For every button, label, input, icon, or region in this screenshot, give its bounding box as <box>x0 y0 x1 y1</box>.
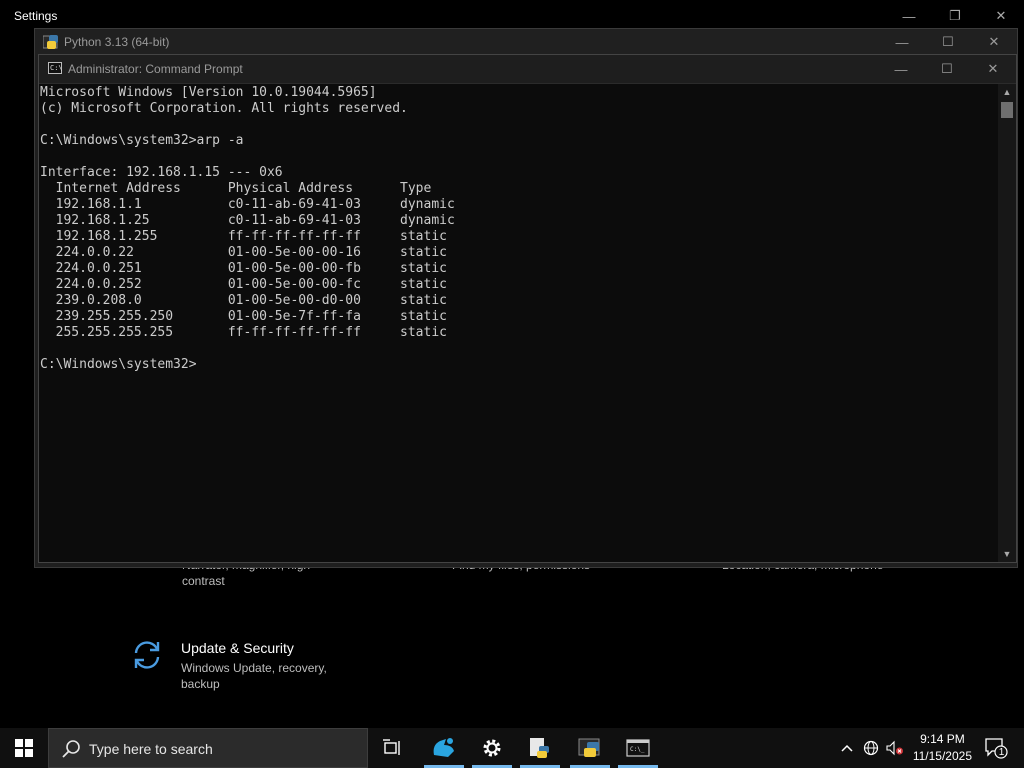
terminal-line: 239.255.255.250 01-00-5e-7f-ff-fa static <box>40 309 447 324</box>
ida-app-icon <box>433 738 454 757</box>
terminal-line: (c) Microsoft Corporation. All rights re… <box>40 101 408 116</box>
terminal-line: 255.255.255.255 ff-ff-ff-ff-ff-ff static <box>40 325 447 340</box>
update-sync-icon <box>134 641 160 669</box>
command-prompt-icon: C:\_ <box>626 739 650 757</box>
clock-time: 9:14 PM <box>920 732 965 746</box>
terminal-output[interactable]: Microsoft Windows [Version 10.0.19044.59… <box>39 84 998 562</box>
windows-logo-icon <box>15 739 33 757</box>
terminal-line: 192.168.1.25 c0-11-ab-69-41-03 dynamic <box>40 213 455 228</box>
terminal-line: Internet Address Physical Address Type <box>40 181 432 196</box>
start-button[interactable] <box>0 728 48 768</box>
show-hidden-icons-chevron-up-icon[interactable] <box>836 728 858 768</box>
search-placeholder: Type here to search <box>89 741 213 757</box>
taskbar-app-ida[interactable] <box>420 728 468 768</box>
python-icon <box>43 35 58 49</box>
clock-date: 11/15/2025 <box>912 749 972 763</box>
terminal-line: 192.168.1.255 ff-ff-ff-ff-ff-ff static <box>40 229 447 244</box>
task-view-button[interactable] <box>368 728 416 768</box>
cmd-window-title: Administrator: Command Prompt <box>68 62 243 76</box>
notification-count: 1 <box>998 747 1005 758</box>
taskbar-app-cmd[interactable]: C:\_ <box>614 728 662 768</box>
minimize-icon[interactable]: — <box>879 29 925 55</box>
taskbar-app-file-python[interactable] <box>516 728 564 768</box>
tile-desc-line: contrast <box>182 574 225 588</box>
close-icon[interactable]: ✕ <box>970 55 1016 83</box>
minimize-icon[interactable]: — <box>878 55 924 83</box>
maximize-icon[interactable]: ☐ <box>925 29 971 55</box>
close-icon[interactable]: ✕ <box>971 29 1017 55</box>
python-titlebar[interactable]: Python 3.13 (64-bit) — ☐ ✕ <box>35 29 1017 55</box>
python-window-title: Python 3.13 (64-bit) <box>64 35 170 49</box>
python-icon <box>578 738 600 757</box>
update-security-tile[interactable]: Update & Security Windows Update, recove… <box>130 636 390 696</box>
network-globe-icon[interactable] <box>860 728 882 768</box>
terminal-line: Interface: 192.168.1.15 --- 0x6 <box>40 165 283 180</box>
terminal-line: 224.0.0.22 01-00-5e-00-00-16 static <box>40 245 447 260</box>
taskbar-clock[interactable]: 9:14 PM 11/15/2025 <box>913 731 972 765</box>
terminal-line: C:\Windows\system32> <box>40 357 197 372</box>
task-view-icon <box>383 739 400 755</box>
taskbar-app-python[interactable] <box>566 728 614 768</box>
action-center-button[interactable]: 1 <box>984 736 1008 760</box>
vertical-scrollbar[interactable]: ▲ ▼ <box>998 84 1016 562</box>
terminal-line: 224.0.0.252 01-00-5e-00-00-fc static <box>40 277 447 292</box>
tile-desc-line: Windows Update, recovery, <box>181 661 327 675</box>
scroll-down-arrow-icon[interactable]: ▼ <box>998 546 1016 562</box>
cmd-window-controls: — ☐ ✕ <box>878 55 1016 83</box>
file-explorer-python-icon <box>530 738 549 758</box>
command-prompt-window: C:\ Administrator: Command Prompt — ☐ ✕ … <box>38 54 1017 563</box>
search-icon <box>62 740 80 758</box>
terminal-line: C:\Windows\system32>arp -a <box>40 133 244 148</box>
terminal-line: 192.168.1.1 c0-11-ab-69-41-03 dynamic <box>40 197 455 212</box>
scroll-up-arrow-icon[interactable]: ▲ <box>998 84 1016 100</box>
maximize-icon[interactable]: ☐ <box>924 55 970 83</box>
svg-text:C:\_: C:\_ <box>630 746 645 753</box>
python-window-controls: — ☐ ✕ <box>879 29 1017 55</box>
volume-muted-icon[interactable] <box>884 728 906 768</box>
settings-gear-icon <box>483 739 501 757</box>
update-security-desc: Windows Update, recovery, backup <box>181 660 351 692</box>
tile-desc-line: backup <box>181 677 220 691</box>
taskbar-app-settings[interactable] <box>468 728 516 768</box>
taskbar-search-box[interactable]: Type here to search <box>48 728 368 768</box>
command-prompt-icon: C:\ <box>48 62 63 74</box>
scrollbar-thumb[interactable] <box>1001 102 1013 118</box>
terminal-line: 239.0.208.0 01-00-5e-00-d0-00 static <box>40 293 447 308</box>
cmd-titlebar[interactable]: C:\ Administrator: Command Prompt — ☐ ✕ <box>39 55 1016 84</box>
taskbar: Type here to search C:\_ 9:14 PM 11/15/2… <box>0 728 1024 768</box>
settings-window-title: Settings <box>14 9 58 23</box>
update-security-title: Update & Security <box>181 640 294 656</box>
terminal-line: 224.0.0.251 01-00-5e-00-00-fb static <box>40 261 447 276</box>
terminal-line: Microsoft Windows [Version 10.0.19044.59… <box>40 85 377 100</box>
